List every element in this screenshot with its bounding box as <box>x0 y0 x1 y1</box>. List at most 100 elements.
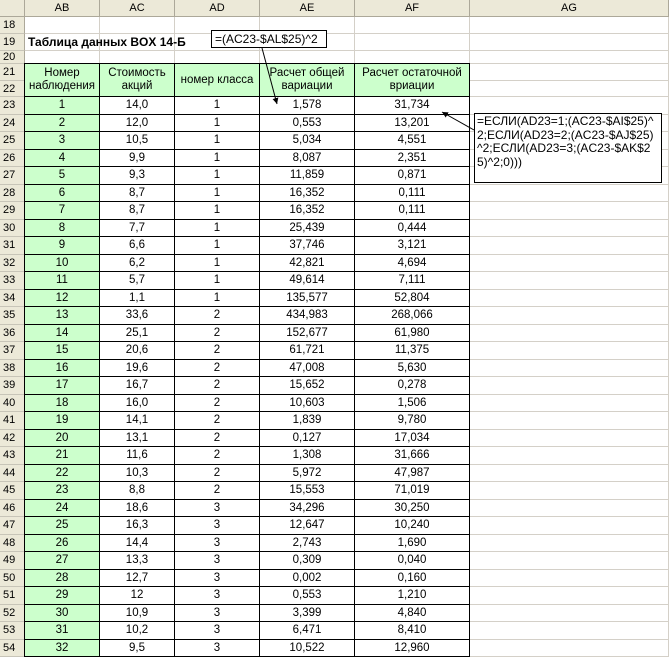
class-number-cell[interactable]: 3 <box>174 639 260 657</box>
class-number-cell[interactable]: 2 <box>174 359 260 378</box>
row-header-21[interactable]: 21 <box>0 64 25 81</box>
header-ad[interactable]: номер класса <box>174 63 260 97</box>
stock-price-cell[interactable]: 8,8 <box>99 481 175 500</box>
grid-cell[interactable] <box>470 202 669 220</box>
residual-variation-cell[interactable]: 30,250 <box>354 499 470 518</box>
stock-price-cell[interactable]: 7,7 <box>99 219 175 238</box>
grid-cell[interactable] <box>470 64 669 81</box>
row-header-30[interactable]: 30 <box>0 220 25 238</box>
observation-number-cell[interactable]: 13 <box>24 306 100 325</box>
row-header-28[interactable]: 28 <box>0 185 25 203</box>
residual-variation-cell[interactable]: 0,111 <box>354 184 470 203</box>
grid-cell[interactable] <box>470 430 669 448</box>
row-header-26[interactable]: 26 <box>0 150 25 168</box>
observation-number-cell[interactable]: 14 <box>24 324 100 343</box>
row-header-37[interactable]: 37 <box>0 342 25 360</box>
total-variation-cell[interactable]: 135,577 <box>259 289 355 308</box>
stock-price-cell[interactable]: 9,9 <box>99 149 175 168</box>
observation-number-cell[interactable]: 4 <box>24 149 100 168</box>
header-ae[interactable]: Расчет общей вариации <box>259 63 355 97</box>
class-number-cell[interactable]: 3 <box>174 534 260 553</box>
residual-variation-cell[interactable]: 61,980 <box>354 324 470 343</box>
stock-price-cell[interactable]: 8,7 <box>99 184 175 203</box>
total-variation-cell[interactable]: 1,839 <box>259 411 355 430</box>
total-variation-cell[interactable]: 34,296 <box>259 499 355 518</box>
stock-price-cell[interactable]: 10,3 <box>99 464 175 483</box>
grid-cell[interactable] <box>470 272 669 290</box>
stock-price-cell[interactable]: 19,6 <box>99 359 175 378</box>
observation-number-cell[interactable]: 20 <box>24 429 100 448</box>
stock-price-cell[interactable]: 12,0 <box>99 114 175 133</box>
row-header-20[interactable]: 20 <box>0 51 25 64</box>
total-variation-cell[interactable]: 15,553 <box>259 481 355 500</box>
total-variation-cell[interactable]: 152,677 <box>259 324 355 343</box>
residual-variation-cell[interactable]: 0,040 <box>354 551 470 570</box>
residual-variation-cell[interactable]: 12,960 <box>354 639 470 657</box>
total-variation-cell[interactable]: 3,399 <box>259 604 355 623</box>
observation-number-cell[interactable]: 29 <box>24 586 100 605</box>
class-number-cell[interactable]: 3 <box>174 586 260 605</box>
residual-variation-cell[interactable]: 1,210 <box>354 586 470 605</box>
grid-cell[interactable] <box>470 605 669 623</box>
row-header-27[interactable]: 27 <box>0 167 25 185</box>
grid-cell[interactable] <box>470 220 669 238</box>
observation-number-cell[interactable]: 24 <box>24 499 100 518</box>
row-header-43[interactable]: 43 <box>0 447 25 465</box>
total-variation-cell[interactable]: 2,743 <box>259 534 355 553</box>
residual-variation-cell[interactable]: 4,694 <box>354 254 470 273</box>
row-header-38[interactable]: 38 <box>0 360 25 378</box>
grid-cell[interactable] <box>470 34 669 51</box>
observation-number-cell[interactable]: 5 <box>24 166 100 185</box>
class-number-cell[interactable]: 1 <box>174 271 260 290</box>
observation-number-cell[interactable]: 6 <box>24 184 100 203</box>
residual-variation-cell[interactable]: 3,121 <box>354 236 470 255</box>
grid-cell[interactable] <box>470 570 669 588</box>
observation-number-cell[interactable]: 15 <box>24 341 100 360</box>
grid-cell[interactable] <box>470 587 669 605</box>
row-header-39[interactable]: 39 <box>0 377 25 395</box>
row-header-44[interactable]: 44 <box>0 465 25 483</box>
total-variation-cell[interactable]: 10,522 <box>259 639 355 657</box>
class-number-cell[interactable]: 2 <box>174 324 260 343</box>
row-header-52[interactable]: 52 <box>0 605 25 623</box>
class-number-cell[interactable]: 1 <box>174 201 260 220</box>
row-header-51[interactable]: 51 <box>0 587 25 605</box>
class-number-cell[interactable]: 1 <box>174 96 260 115</box>
grid-cell[interactable] <box>355 34 470 51</box>
class-number-cell[interactable]: 1 <box>174 236 260 255</box>
column-header-ab[interactable]: AB <box>25 0 100 17</box>
residual-variation-cell[interactable]: 1,690 <box>354 534 470 553</box>
row-header-34[interactable]: 34 <box>0 290 25 308</box>
stock-price-cell[interactable]: 16,7 <box>99 376 175 395</box>
class-number-cell[interactable]: 1 <box>174 114 260 133</box>
total-variation-cell[interactable]: 0,553 <box>259 114 355 133</box>
grid-cell[interactable] <box>470 640 669 657</box>
grid-cell[interactable] <box>470 185 669 203</box>
observation-number-cell[interactable]: 30 <box>24 604 100 623</box>
grid-cell[interactable] <box>100 17 175 34</box>
residual-variation-cell[interactable]: 10,240 <box>354 516 470 535</box>
class-number-cell[interactable]: 1 <box>174 219 260 238</box>
grid-cell[interactable] <box>25 17 100 34</box>
total-variation-cell[interactable]: 11,859 <box>259 166 355 185</box>
observation-number-cell[interactable]: 10 <box>24 254 100 273</box>
header-ac[interactable]: Стоимость акций <box>99 63 175 97</box>
grid-cell[interactable] <box>470 447 669 465</box>
observation-number-cell[interactable]: 22 <box>24 464 100 483</box>
stock-price-cell[interactable]: 20,6 <box>99 341 175 360</box>
grid-cell[interactable] <box>470 290 669 308</box>
total-variation-cell[interactable]: 434,983 <box>259 306 355 325</box>
column-header-af[interactable]: AF <box>355 0 470 17</box>
stock-price-cell[interactable]: 16,3 <box>99 516 175 535</box>
row-header-53[interactable]: 53 <box>0 622 25 640</box>
row-header-35[interactable]: 35 <box>0 307 25 325</box>
class-number-cell[interactable]: 1 <box>174 131 260 150</box>
grid-cell[interactable] <box>470 377 669 395</box>
total-variation-cell[interactable]: 16,352 <box>259 201 355 220</box>
row-header-48[interactable]: 48 <box>0 535 25 553</box>
observation-number-cell[interactable]: 16 <box>24 359 100 378</box>
total-variation-cell[interactable]: 5,034 <box>259 131 355 150</box>
class-number-cell[interactable]: 3 <box>174 621 260 640</box>
grid-cell[interactable] <box>470 255 669 273</box>
class-number-cell[interactable]: 2 <box>174 306 260 325</box>
